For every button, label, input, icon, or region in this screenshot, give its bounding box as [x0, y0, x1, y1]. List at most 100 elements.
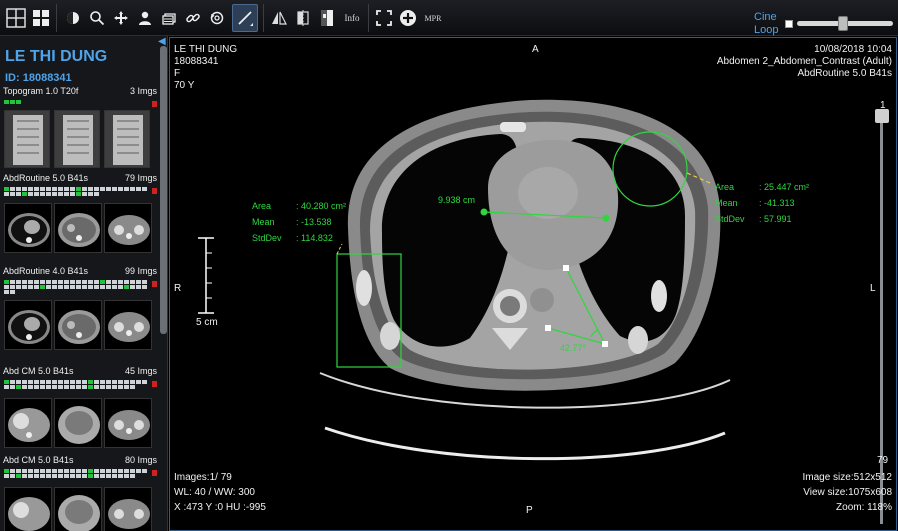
patient-name: LE THI DUNG: [5, 48, 108, 65]
image-loaded-dot: [76, 469, 81, 473]
length-measurement-label[interactable]: 9.938 cm: [438, 192, 475, 208]
image-loaded-dot: [94, 385, 99, 389]
series-item[interactable]: AbdRoutine 4.0 B41s 99 Imgs: [0, 266, 160, 352]
thumbnail-image[interactable]: [104, 110, 150, 168]
contrast-panel-icon[interactable]: [316, 4, 338, 32]
user-person-icon[interactable]: [134, 4, 156, 32]
series-image-dots: [4, 100, 148, 104]
image-loaded-dot: [58, 192, 63, 196]
image-loaded-dot: [106, 187, 111, 191]
image-loaded-dot: [46, 469, 51, 473]
flip-horizontal-icon[interactable]: [268, 4, 290, 32]
cine-slider-handle[interactable]: [838, 16, 849, 31]
mpr-button[interactable]: MPR: [421, 4, 445, 32]
stack-layers-icon[interactable]: [158, 4, 180, 32]
image-loaded-dot: [4, 469, 9, 473]
series-image-dots: [4, 469, 148, 478]
invert-image-icon[interactable]: [292, 4, 314, 32]
thumbnail-image[interactable]: [54, 203, 102, 253]
sidebar-scrollbar[interactable]: [160, 46, 167, 334]
thumbnail-image[interactable]: [4, 398, 52, 448]
fullscreen-icon[interactable]: [373, 4, 395, 32]
ellipse-roi-stats[interactable]: Area: 25.447 cm² Mean: -41.313 StdDev: 5…: [715, 179, 809, 227]
pan-move-icon[interactable]: [110, 4, 132, 32]
image-loaded-dot: [124, 380, 129, 384]
image-loaded-dot: [70, 187, 75, 191]
image-loaded-dot: [130, 469, 135, 473]
overlay-patient-name: LE THI DUNG: [174, 44, 238, 55]
image-loaded-dot: [28, 187, 33, 191]
series-thumbnails: [0, 487, 160, 531]
info-button[interactable]: Info: [340, 4, 364, 32]
rect-roi-stats[interactable]: Area: 40.280 cm² Mean: -13.538 StdDev: 1…: [252, 198, 346, 246]
image-stack-scroll-handle[interactable]: [875, 109, 889, 123]
measure-line-icon[interactable]: [232, 4, 258, 32]
cine-loop-checkbox[interactable]: [785, 20, 793, 28]
image-loaded-dot: [82, 280, 87, 284]
ct-scan-image[interactable]: [170, 38, 897, 531]
image-loaded-dot: [136, 469, 141, 473]
image-loaded-dot: [88, 474, 93, 478]
image-loaded-dot: [28, 192, 33, 196]
series-item[interactable]: Topogram 1.0 T20f 3 Imgs: [0, 86, 160, 172]
image-loaded-dot: [10, 474, 15, 478]
image-loaded-dot: [76, 192, 81, 196]
window-level-icon[interactable]: [62, 4, 84, 32]
image-viewport[interactable]: LE THI DUNG 18088341 F 70 Y A 10/08/2018…: [169, 37, 897, 531]
series-item[interactable]: AbdRoutine 5.0 B41s 79 Imgs: [0, 173, 160, 255]
thumbnail-image[interactable]: [54, 110, 100, 168]
stat-label: StdDev: [252, 233, 282, 243]
thumbnail-image[interactable]: [4, 300, 52, 350]
image-loaded-dot: [46, 474, 51, 478]
image-loaded-dot: [28, 469, 33, 473]
overlay-view-size: View size:1075x608: [803, 487, 892, 498]
thumbnail-image[interactable]: [4, 110, 50, 168]
rotate-reset-icon[interactable]: [206, 4, 228, 32]
image-loaded-dot: [142, 285, 147, 289]
image-loaded-dot: [28, 474, 33, 478]
image-loaded-dot: [34, 469, 39, 473]
thumbnail-image[interactable]: [104, 398, 152, 448]
image-loaded-dot: [34, 385, 39, 389]
image-loaded-dot: [16, 385, 21, 389]
series-item[interactable]: Abd CM 5.0 B41s 45 Imgs: [0, 366, 160, 450]
image-loaded-dot: [10, 380, 15, 384]
image-loaded-dot: [22, 380, 27, 384]
thumbnail-image[interactable]: [54, 398, 102, 448]
image-loaded-dot: [76, 280, 81, 284]
image-loaded-dot: [58, 285, 63, 289]
thumbnail-image[interactable]: [4, 487, 52, 531]
layout-grid-icon[interactable]: [3, 4, 29, 32]
stat-label: Mean: [252, 217, 275, 227]
zoom-search-icon[interactable]: [86, 4, 108, 32]
thumbnail-image[interactable]: [104, 203, 152, 253]
image-loaded-dot: [124, 187, 129, 191]
image-loaded-dot: [40, 385, 45, 389]
image-loaded-dot: [118, 385, 123, 389]
image-loaded-dot: [64, 469, 69, 473]
add-plus-icon[interactable]: [397, 4, 419, 32]
thumbnail-image[interactable]: [104, 487, 152, 531]
image-loaded-dot: [52, 385, 57, 389]
series-name: Abd CM 5.0 B41s: [3, 366, 74, 376]
thumbnail-image[interactable]: [54, 300, 102, 350]
series-image-count: 99 Imgs: [124, 266, 157, 276]
image-loaded-dot: [16, 192, 21, 196]
series-item[interactable]: Abd CM 5.0 B41s 80 Imgs: [0, 455, 160, 531]
overlay-bottom-right: Image size:512x512 View size:1075x608 Zo…: [802, 470, 892, 515]
thumbnail-image[interactable]: [4, 203, 52, 253]
image-loaded-dot: [88, 469, 93, 473]
image-loaded-dot: [130, 280, 135, 284]
overlay-image-size: Image size:512x512: [802, 472, 892, 483]
series-layout-icon[interactable]: [30, 4, 52, 32]
image-loaded-dot: [28, 385, 33, 389]
series-status-mark: [152, 381, 157, 387]
thumbnail-image[interactable]: [54, 487, 102, 531]
angle-measurement-label[interactable]: 42.77°: [560, 340, 586, 356]
image-loaded-dot: [82, 285, 87, 289]
thumbnail-image[interactable]: [104, 300, 152, 350]
image-loaded-dot: [58, 187, 63, 191]
image-loaded-dot: [112, 380, 117, 384]
link-chain-icon[interactable]: [182, 4, 204, 32]
ellipse-roi-area: : 25.447 cm²: [759, 182, 810, 192]
